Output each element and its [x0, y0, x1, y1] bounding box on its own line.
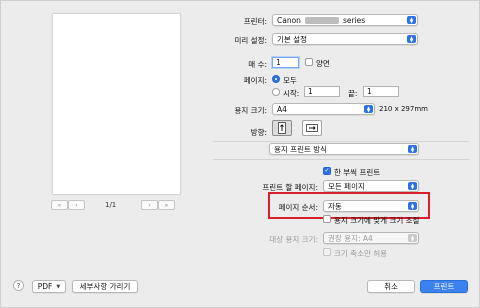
scale-down-only-checkbox[interactable]	[323, 248, 331, 256]
hide-details-button[interactable]: 세부사항 가리기	[72, 280, 138, 293]
dest-paper-value: 권장 용지: A4	[328, 233, 373, 243]
pager-right-group: › »	[141, 200, 175, 211]
pdf-menu-button[interactable]: PDF ▼	[32, 280, 66, 293]
page-indicator: 1/1	[105, 201, 117, 209]
printer-model-redacted	[304, 16, 339, 24]
pages-all-radio[interactable]	[272, 75, 280, 83]
chevron-updown-icon: ▲ ▼	[408, 202, 417, 210]
scale-down-only-label: 크기 축소만 허용	[334, 249, 388, 258]
dest-paper-select[interactable]: 권장 용지: A4 ▲ ▼	[323, 232, 419, 244]
presets-select[interactable]: 기본 설정 ▲ ▼	[272, 33, 418, 45]
chevron-updown-icon: ▲ ▼	[364, 105, 373, 113]
printer-label: 프린터:	[243, 17, 267, 26]
page-preview	[52, 13, 181, 195]
printer-name-suffix: series	[342, 15, 366, 25]
copies-input[interactable]: 1	[272, 57, 299, 68]
pages-all-label: 모두	[283, 76, 297, 85]
dest-paper-label: 대상 용지 크기:	[269, 235, 318, 244]
presets-value: 기본 설정	[277, 34, 307, 44]
paper-size-label: 용지 크기:	[234, 106, 267, 115]
help-button[interactable]: ?	[13, 280, 24, 291]
orientation-portrait-button[interactable]	[272, 120, 292, 136]
next-page-button[interactable]: ›	[141, 200, 158, 210]
duplex-label: 양면	[316, 59, 330, 68]
chevron-updown-icon: ▲ ▼	[407, 35, 416, 43]
pages-from-label: 시작:	[283, 89, 300, 98]
printer-name-prefix: Canon	[277, 15, 301, 25]
last-page-button[interactable]: »	[158, 200, 175, 210]
section-divider-2	[213, 159, 469, 160]
pages-range-radio[interactable]	[272, 88, 280, 96]
section-divider	[213, 141, 469, 142]
duplex-checkbox[interactable]	[305, 58, 313, 66]
paper-size-dimensions: 210 x 297mm	[379, 105, 428, 113]
chevron-updown-icon: ▲ ▼	[407, 16, 416, 24]
section-select[interactable]: 용지 프린트 방식 ▲ ▼	[269, 143, 419, 155]
pages-to-label: 끝:	[348, 89, 358, 98]
pdf-label: PDF	[37, 282, 53, 291]
orientation-label: 방향:	[250, 128, 267, 137]
paper-size-value: A4	[277, 104, 287, 114]
pages-from-input[interactable]: 1	[304, 86, 340, 97]
pages-to-print-select[interactable]: 모든 페이지 ▲ ▼	[323, 180, 419, 192]
landscape-icon	[306, 124, 318, 132]
scale-to-fit-label: 용지 크기에 맞게 크기 조절	[334, 216, 420, 225]
pages-label: 페이지:	[243, 76, 267, 85]
printer-select[interactable]: Canon series ▲ ▼	[272, 14, 418, 26]
paper-size-select[interactable]: A4 ▲ ▼	[272, 103, 375, 115]
page-order-value: 자동	[328, 201, 342, 211]
page-order-label: 페이지 순서:	[278, 203, 318, 212]
presets-label: 미리 설정:	[234, 36, 267, 45]
chevron-updown-icon: ▲ ▼	[408, 234, 417, 242]
pager-left-group: « ‹	[51, 200, 85, 211]
portrait-icon	[278, 122, 286, 134]
section-value: 용지 프린트 방식	[274, 144, 328, 154]
first-page-button[interactable]: «	[51, 200, 68, 210]
print-button[interactable]: 프린트	[420, 280, 468, 293]
prev-page-button[interactable]: ‹	[68, 200, 85, 210]
print-dialog: « ‹ 1/1 › » 프린터: Canon series ▲ ▼ 미리 설정: …	[0, 0, 480, 308]
pages-to-print-value: 모든 페이지	[328, 181, 365, 191]
scale-to-fit-checkbox[interactable]	[323, 215, 331, 223]
page-order-select[interactable]: 자동 ▲ ▼	[323, 200, 419, 212]
pages-to-input[interactable]: 1	[363, 86, 399, 97]
chevron-down-icon: ▼	[56, 283, 61, 290]
collate-label: 한 부씩 프린트	[334, 168, 381, 177]
cancel-button[interactable]: 취소	[367, 280, 415, 293]
copies-label: 매 수:	[248, 60, 267, 69]
collate-checkbox[interactable]: ✓	[323, 167, 331, 175]
chevron-updown-icon: ▲ ▼	[408, 182, 417, 190]
chevron-updown-icon: ▲ ▼	[408, 145, 417, 153]
orientation-landscape-button[interactable]	[302, 120, 322, 136]
